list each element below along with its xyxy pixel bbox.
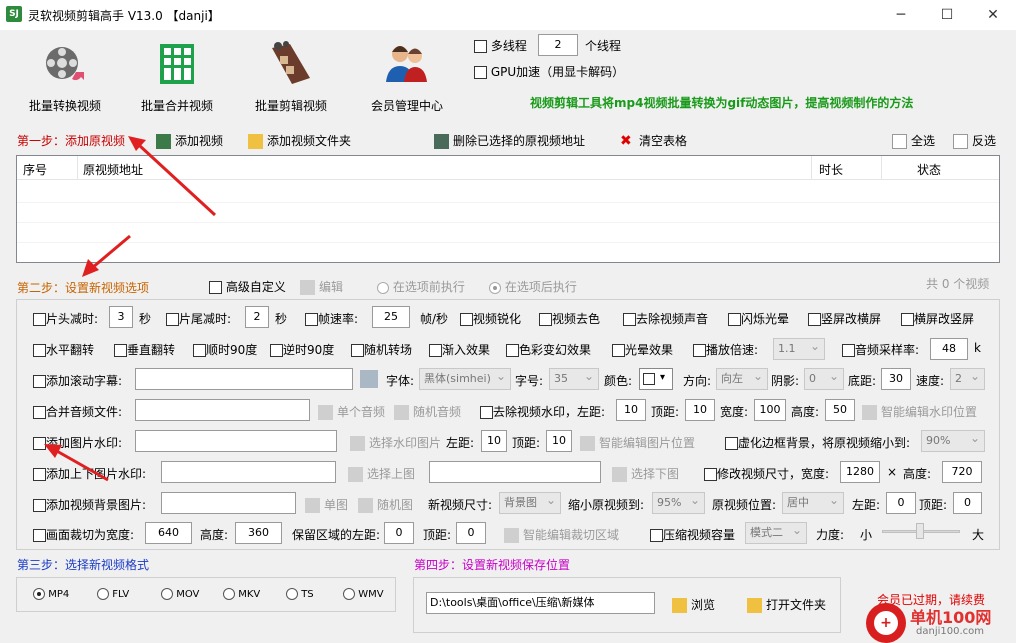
annotation-arrows <box>44 136 217 482</box>
